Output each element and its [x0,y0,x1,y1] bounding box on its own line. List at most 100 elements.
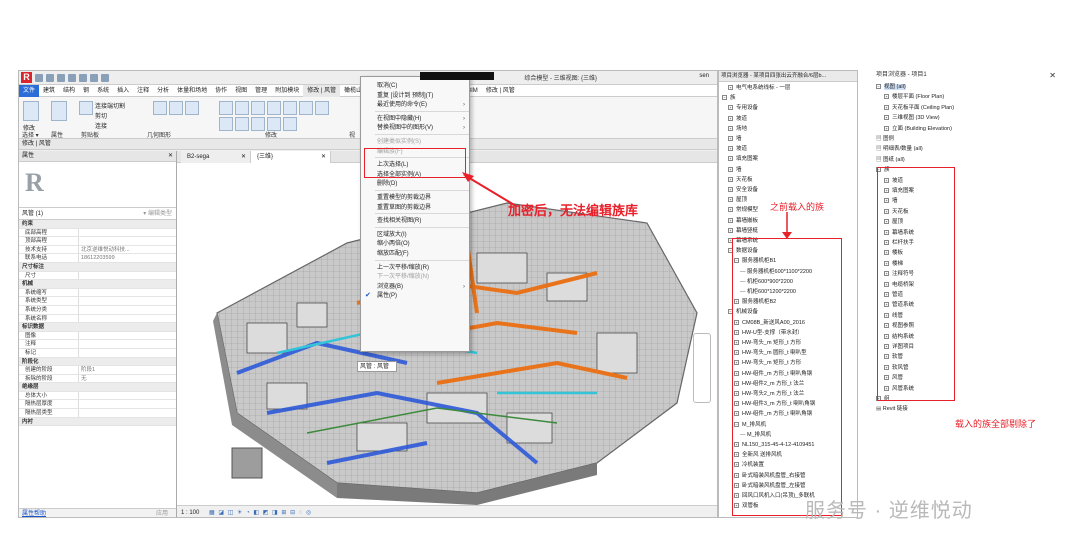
collapse-icon[interactable]: − [876,84,881,90]
tree-item[interactable]: ▤ 明细表/数量 (all) [876,146,923,153]
expand-icon[interactable]: + [728,176,733,182]
property-value[interactable] [79,289,176,297]
expand-icon[interactable]: + [728,115,733,121]
tree-item[interactable]: + 常规模型 [728,207,758,214]
ribbon-tab[interactable]: 建筑 [39,85,59,97]
tree-item[interactable]: + 幕墙竖梃 [728,228,758,235]
property-value[interactable] [79,237,176,245]
offset-button[interactable] [235,101,249,115]
ribbon-tab[interactable]: 钢 [79,85,93,97]
geometry-button-2[interactable] [169,101,183,115]
tree-item[interactable]: + 填充图案 [728,156,758,163]
ribbon-tab[interactable]: 协作 [211,85,231,97]
property-row[interactable]: 隔热层类型 [19,409,176,418]
property-row[interactable]: 创建的阶段 阶段1 [19,366,176,375]
expand-icon[interactable]: + [728,197,733,203]
tree-item[interactable]: + 屋顶 [728,197,747,204]
property-value[interactable] [79,409,176,417]
property-row[interactable]: 隔热层厚度 [19,400,176,410]
expand-icon[interactable]: + [728,156,733,162]
array-button[interactable] [235,117,249,131]
expand-icon[interactable]: + [728,207,733,213]
print-icon[interactable] [79,73,87,82]
property-row[interactable]: 系统分类 [19,305,176,315]
properties-button[interactable] [51,101,67,121]
expand-icon[interactable]: + [884,125,889,131]
property-value[interactable] [79,400,176,408]
tree-item[interactable]: ▤ Revit 链接 [876,406,908,413]
tree-item[interactable]: + 天花板平面 (Ceiling Plan) [884,105,954,112]
tree-item[interactable]: + 墙 [728,136,742,143]
property-value[interactable] [79,349,176,357]
property-row[interactable]: 注释 [19,340,176,349]
ribbon-tab[interactable]: 文件 [19,84,40,97]
measure-icon[interactable] [90,73,98,82]
property-value[interactable] [79,332,176,340]
tree-item[interactable]: ▤ 图纸 (all) [876,157,905,164]
close-icon[interactable]: ✕ [168,151,173,162]
tree-item[interactable]: + 电气电系统线标 - 一层 [728,85,790,92]
tree-item[interactable]: + 楼层平面 (Floor Plan) [884,94,944,101]
trim-button[interactable] [315,101,329,115]
cut-label[interactable]: 剪切 [95,111,107,120]
expand-icon[interactable]: + [728,217,733,223]
ribbon-group-select[interactable]: 选择 ▾ [22,130,39,139]
modify-button[interactable] [23,101,39,121]
text-icon[interactable] [101,73,109,82]
ribbon-tab[interactable]: 体量和场地 [173,85,211,97]
tree-item[interactable]: + 天花板 [728,177,753,184]
tree-item[interactable]: + 坡道 [728,116,747,123]
tree-item[interactable]: + 立面 (Building Elevation) [884,126,952,133]
property-row[interactable]: 图像 [19,331,176,341]
expand-icon[interactable]: + [728,187,733,193]
property-value[interactable]: 18612203599 [79,254,176,262]
scale-button[interactable] [251,117,265,131]
property-row[interactable]: 标记 [19,348,176,358]
tree-item[interactable]: − 视图 (all) [876,84,906,91]
drag-handle[interactable] [420,72,494,80]
tree-item[interactable]: + 专用设备 [728,105,758,112]
split-button[interactable] [219,117,233,131]
ribbon-tab[interactable]: 注释 [133,85,153,97]
type-selector[interactable]: 风管 (1) ▾ 编辑类型 [19,208,176,220]
expand-icon[interactable]: + [728,105,733,111]
edit-type-button[interactable]: ▾ 编辑类型 [143,208,172,220]
tree-item[interactable]: + 墙 [728,167,742,174]
property-row[interactable]: 联系电话 18612203599 [19,254,176,263]
tree-item[interactable]: + 三维视图 (3D View) [884,115,940,122]
tree-item[interactable]: + 安全设备 [728,187,758,194]
geometry-button-3[interactable] [185,101,199,115]
property-value[interactable]: 阶段1 [79,366,176,374]
expand-icon[interactable]: + [884,94,889,100]
property-row[interactable]: 系统缩写 [19,288,176,298]
view-scale[interactable]: 1 : 100 [181,510,199,516]
revit-logo-icon[interactable]: R [21,72,32,83]
open-icon[interactable] [35,73,43,82]
property-value[interactable] [79,315,176,323]
tree-item[interactable]: ▤ 图例 [876,136,894,143]
property-value[interactable] [79,306,176,314]
expand-icon[interactable]: + [884,115,889,121]
expand-icon[interactable]: + [728,166,733,172]
property-row[interactable]: 底部高程 [19,228,176,238]
property-row[interactable]: 技术支持 北京逆维悦动科技... [19,245,176,255]
expand-icon[interactable]: + [728,136,733,142]
save-icon[interactable] [46,73,54,82]
collapse-icon[interactable]: − [722,95,727,101]
navigation-bar[interactable] [693,333,711,403]
tab-3d-view[interactable]: {三维} ✕ [251,151,331,163]
expand-icon[interactable]: + [728,227,733,233]
user-name[interactable]: sen [699,73,709,79]
property-row[interactable]: 拆除的阶段无 [19,374,176,384]
move-button[interactable] [267,101,281,115]
pin-button[interactable] [267,117,281,131]
connect-label[interactable]: 连接 [95,121,107,130]
join-cut-label[interactable]: 连接端切割 [95,101,125,110]
ribbon-tab[interactable]: 分析 [153,85,173,97]
property-value[interactable] [79,297,176,305]
ribbon-tab[interactable]: 结构 [59,85,79,97]
property-value[interactable] [79,340,176,348]
close-icon[interactable]: ✕ [1049,70,1056,81]
tree-item[interactable]: − 族 [722,95,736,102]
property-value[interactable] [79,229,176,237]
